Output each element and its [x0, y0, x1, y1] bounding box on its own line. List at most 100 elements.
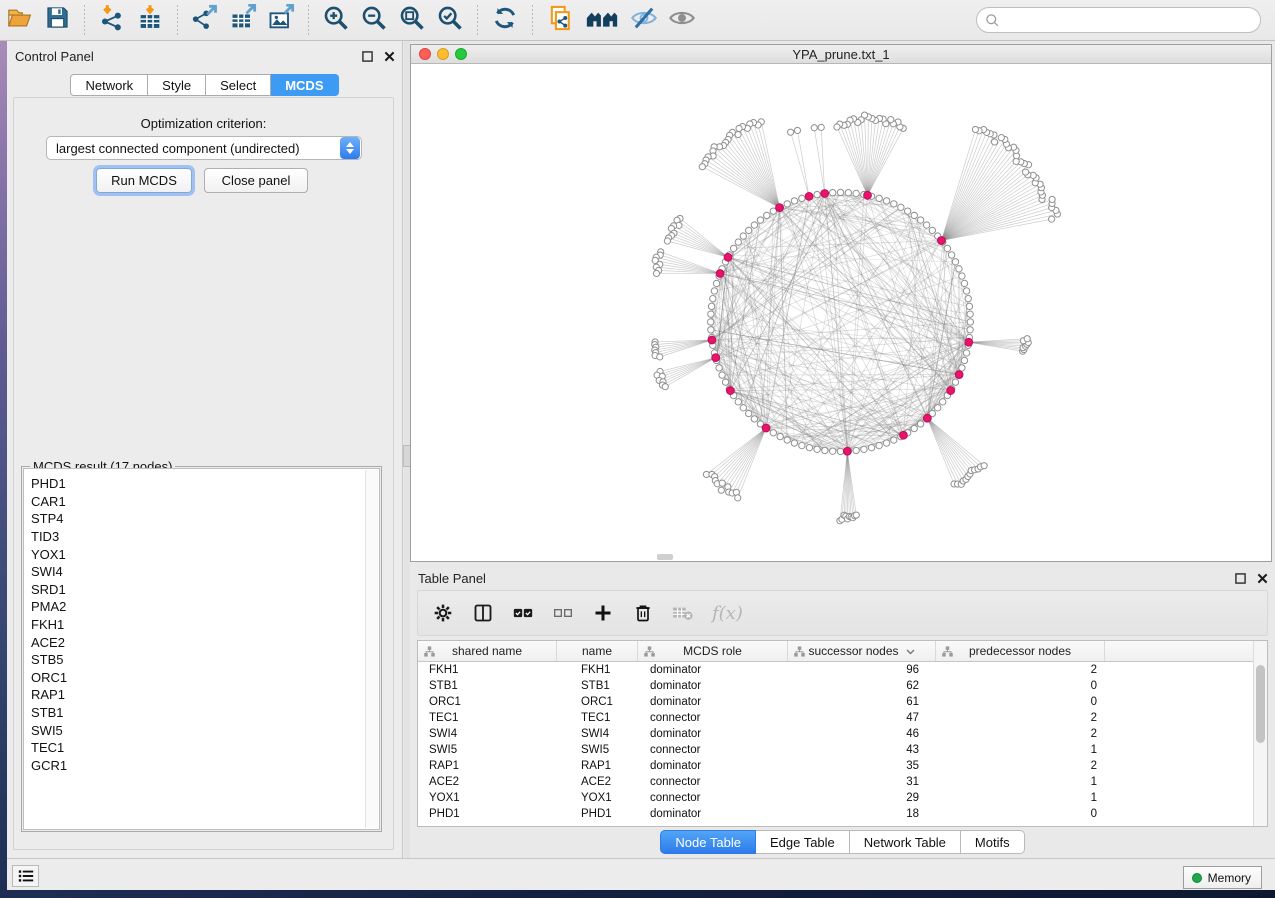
select-all-icon[interactable] — [512, 602, 534, 624]
column-header-name[interactable]: name — [557, 641, 638, 661]
network-node[interactable] — [735, 239, 741, 245]
zoom-out-button[interactable] — [357, 4, 391, 36]
network-node[interactable] — [967, 311, 973, 317]
network-node[interactable] — [966, 303, 972, 309]
network-node[interactable] — [952, 259, 958, 265]
network-node[interactable] — [891, 201, 897, 207]
deselect-all-icon[interactable] — [552, 602, 574, 624]
import-network-button[interactable] — [95, 4, 129, 36]
close-panel-icon[interactable] — [1255, 571, 1269, 585]
mcds-result-item[interactable]: STB1 — [24, 704, 379, 722]
network-node[interactable] — [963, 350, 969, 356]
network-dominator-node[interactable] — [843, 447, 851, 455]
network-node[interactable] — [952, 379, 958, 385]
network-node[interactable] — [991, 139, 997, 145]
table-row[interactable]: RAP1 RAP1 dominator 35 2 — [418, 758, 1253, 774]
delete-column-icon[interactable] — [632, 602, 654, 624]
mcds-result-item[interactable]: PMA2 — [24, 598, 379, 616]
network-node[interactable] — [929, 227, 935, 233]
network-node[interactable] — [981, 463, 987, 469]
network-node[interactable] — [740, 233, 746, 239]
network-dominator-node[interactable] — [955, 371, 963, 379]
network-node[interactable] — [818, 124, 824, 130]
network-node[interactable] — [917, 217, 923, 223]
network-node[interactable] — [814, 446, 820, 452]
tab-edge-table[interactable]: Edge Table — [756, 830, 850, 854]
network-dominator-node[interactable] — [900, 431, 908, 439]
zoom-fit-button[interactable] — [395, 4, 429, 36]
network-node[interactable] — [740, 405, 746, 411]
mcds-result-item[interactable]: STP4 — [24, 510, 379, 528]
network-node[interactable] — [917, 421, 923, 427]
network-node[interactable] — [904, 208, 910, 214]
tab-node-table[interactable]: Node Table — [660, 830, 756, 854]
network-node[interactable] — [837, 448, 843, 454]
zoom-selected-button[interactable] — [433, 4, 467, 36]
network-node[interactable] — [911, 425, 917, 431]
network-node[interactable] — [853, 190, 859, 196]
network-node[interactable] — [710, 295, 716, 301]
network-dominator-node[interactable] — [724, 253, 732, 261]
network-node[interactable] — [745, 227, 751, 233]
network-node[interactable] — [811, 125, 817, 131]
network-node[interactable] — [967, 327, 973, 333]
export-network-button[interactable] — [188, 4, 222, 36]
network-node[interactable] — [713, 280, 719, 286]
network-node[interactable] — [961, 357, 967, 363]
mcds-result-item[interactable]: SWI4 — [24, 563, 379, 581]
table-row[interactable]: PHD1 PHD1 dominator 18 0 — [418, 806, 1253, 822]
mcds-result-list[interactable]: PHD1CAR1STP4TID3YOX1SWI4SRD1PMA2FKH1ACE2… — [23, 468, 380, 830]
mcds-result-item[interactable]: TID3 — [24, 528, 379, 546]
network-node[interactable] — [718, 487, 724, 493]
network-node[interactable] — [853, 447, 859, 453]
network-node[interactable] — [829, 190, 835, 196]
column-header-successor-nodes[interactable]: successor nodes — [788, 641, 936, 661]
memory-button[interactable]: Memory — [1183, 866, 1262, 889]
delete-table-icon[interactable] — [672, 602, 694, 624]
network-node[interactable] — [923, 222, 929, 228]
network-node[interactable] — [948, 252, 954, 258]
column-header-shared-name[interactable]: shared name — [418, 641, 557, 661]
network-node[interactable] — [876, 195, 882, 201]
network-dominator-node[interactable] — [708, 336, 716, 344]
task-history-button[interactable] — [12, 865, 39, 887]
hide-selected-button[interactable] — [627, 4, 661, 36]
table-scrollbar[interactable] — [1253, 641, 1267, 826]
mcds-result-item[interactable]: CAR1 — [24, 493, 379, 511]
search-input[interactable] — [976, 7, 1261, 33]
network-node[interactable] — [777, 433, 783, 439]
network-dominator-node[interactable] — [923, 414, 931, 422]
import-table-button[interactable] — [133, 4, 167, 36]
network-scrollbar-grip[interactable] — [657, 554, 673, 560]
network-node[interactable] — [822, 447, 828, 453]
mcds-result-item[interactable]: ORC1 — [24, 669, 379, 687]
network-node[interactable] — [653, 270, 659, 276]
network-titlebar[interactable]: YPA_prune.txt_1 — [411, 45, 1271, 64]
network-node[interactable] — [699, 164, 705, 170]
mcds-result-item[interactable]: RAP1 — [24, 686, 379, 704]
network-node[interactable] — [788, 129, 794, 135]
network-node[interactable] — [708, 303, 714, 309]
network-node[interactable] — [829, 448, 835, 454]
table-row[interactable]: YOX1 YOX1 connector 29 1 — [418, 790, 1253, 806]
network-node[interactable] — [883, 440, 889, 446]
network-dominator-node[interactable] — [776, 204, 784, 212]
tab-network-table[interactable]: Network Table — [850, 830, 961, 854]
mcds-result-item[interactable]: FKH1 — [24, 616, 379, 634]
network-node[interactable] — [861, 446, 867, 452]
mcds-result-item[interactable]: SWI5 — [24, 721, 379, 739]
network-node[interactable] — [972, 126, 978, 132]
open-session-button[interactable] — [2, 4, 36, 36]
network-node[interactable] — [764, 212, 770, 218]
network-node[interactable] — [719, 372, 725, 378]
column-header-mcds-role[interactable]: MCDS role — [638, 641, 788, 661]
tab-select[interactable]: Select — [206, 74, 271, 96]
network-node[interactable] — [956, 266, 962, 272]
network-node[interactable] — [791, 198, 797, 204]
network-node[interactable] — [853, 512, 859, 518]
network-node[interactable] — [735, 495, 741, 501]
tab-network[interactable]: Network — [70, 74, 148, 96]
network-dominator-node[interactable] — [864, 191, 872, 199]
table-settings-gear-icon[interactable] — [432, 602, 454, 624]
show-all-button[interactable] — [665, 4, 699, 36]
